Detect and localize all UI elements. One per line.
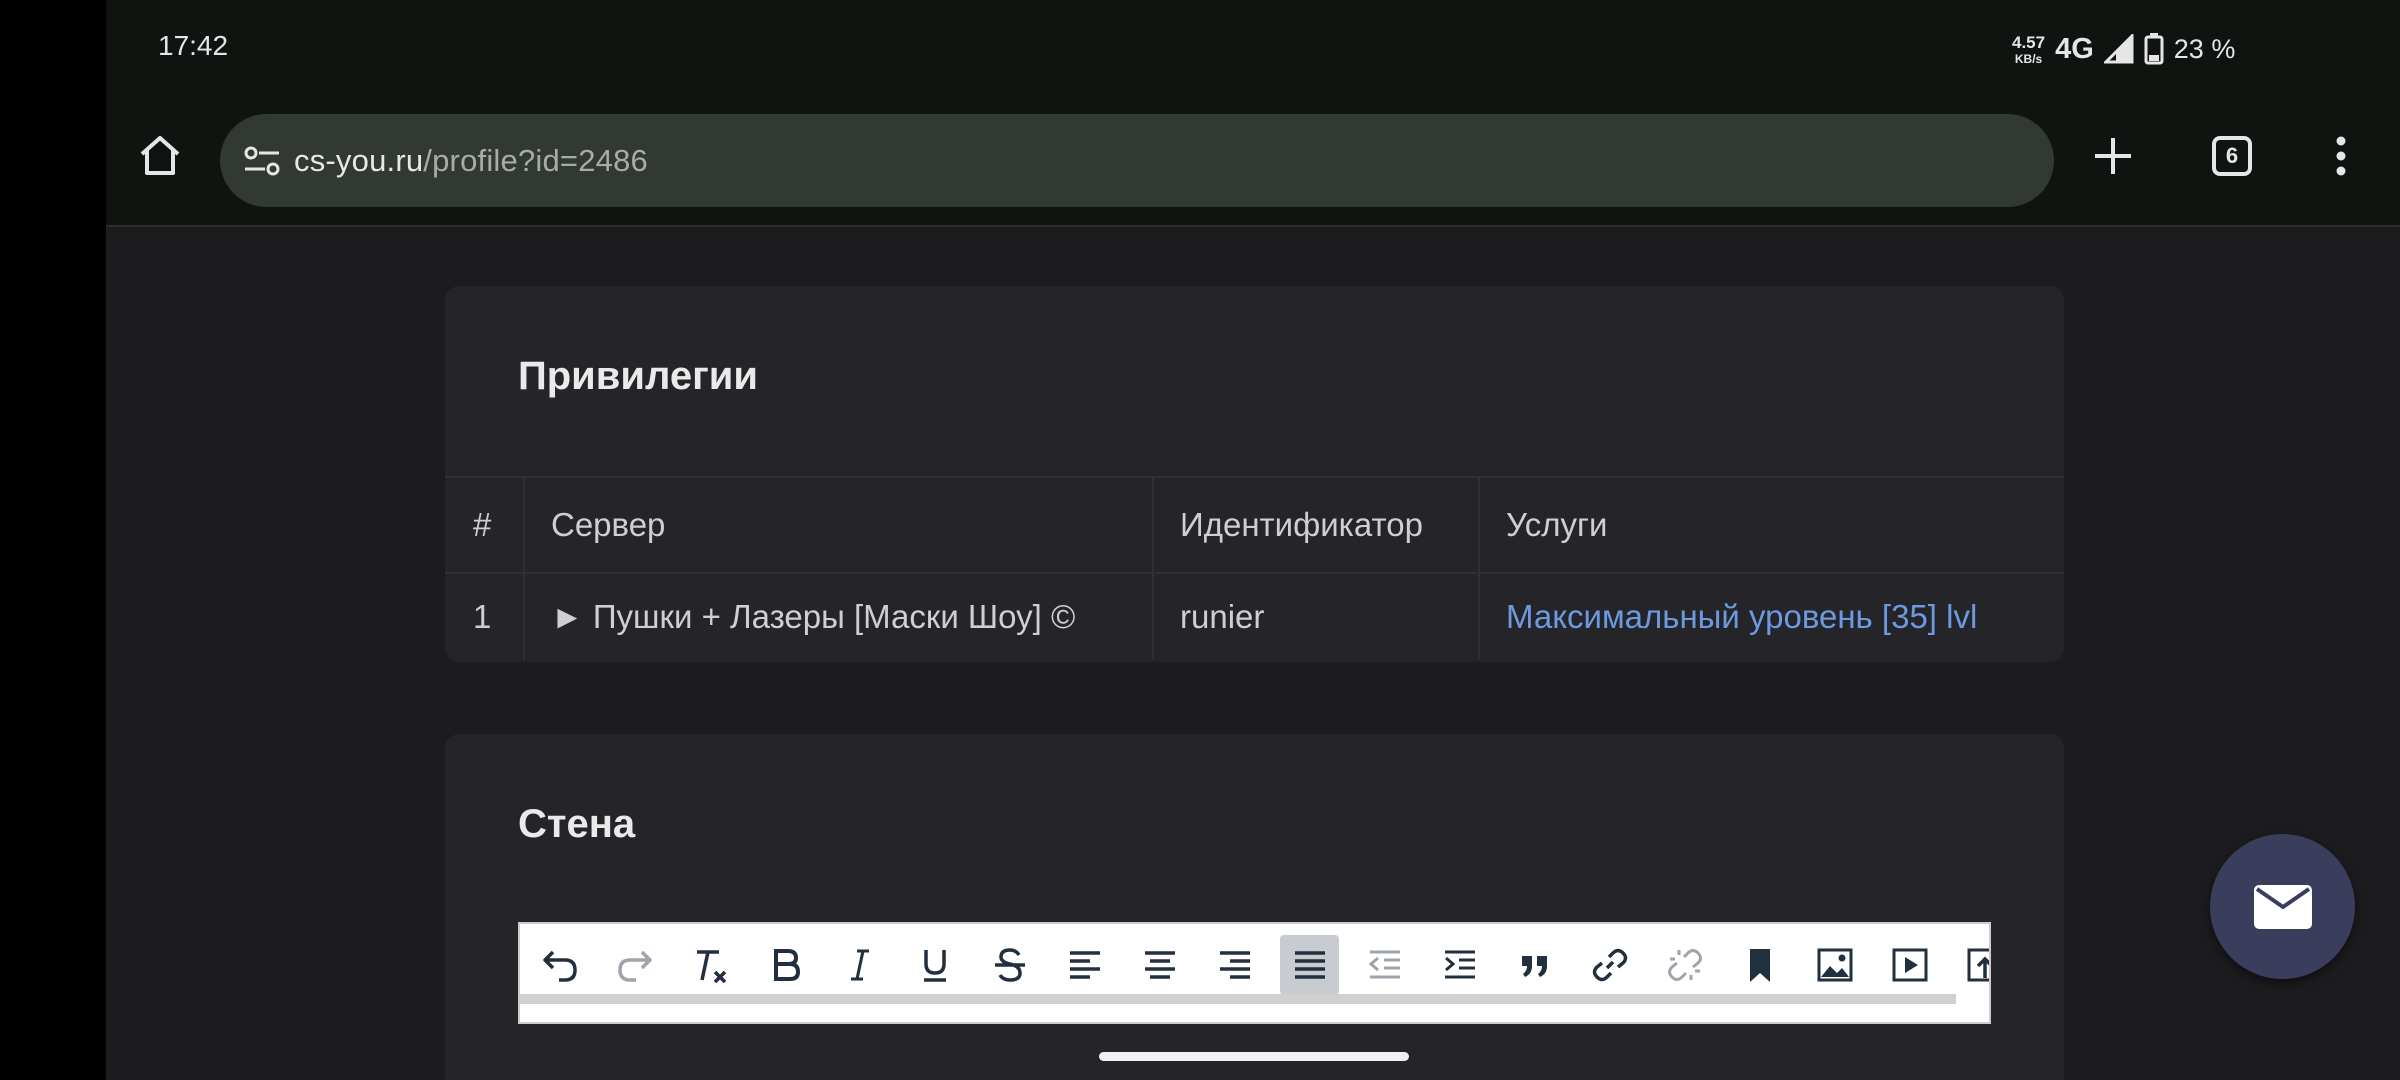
url-domain: cs-you.ru	[294, 142, 424, 178]
link-icon	[1592, 948, 1627, 982]
clear-formatting-icon	[696, 950, 726, 984]
bold-button[interactable]	[755, 935, 814, 995]
bookmark-icon	[1749, 949, 1770, 982]
blockquote-icon	[1521, 956, 1547, 977]
browser-toolbar: cs-you.ru/profile?id=2486 6	[106, 96, 2400, 227]
url-text[interactable]: cs-you.ru/profile?id=2486	[294, 143, 648, 179]
net-speed-value: 4.57	[2012, 32, 2046, 52]
column-header-identifier: Идентификатор	[1154, 478, 1480, 572]
row-services-cell: Максимальный уровень [35] lvl	[1480, 574, 2064, 660]
table-row: 1 ► Пушки + Лазеры [Маски Шоу] © runier …	[445, 572, 2064, 660]
table-header-row: # Сервер Идентификатор Услуги	[445, 476, 2064, 572]
rich-text-editor	[518, 922, 1991, 1024]
row-identifier: runier	[1154, 574, 1480, 660]
upload-button[interactable]	[1955, 935, 1989, 995]
editor-toolbar-scrollbar[interactable]	[520, 994, 1956, 1004]
underline-icon	[923, 950, 946, 982]
address-bar[interactable]: cs-you.ru/profile?id=2486	[220, 114, 2054, 207]
align-right-button[interactable]	[1205, 935, 1264, 995]
blockquote-button[interactable]	[1505, 935, 1564, 995]
privileges-title: Привилегии	[518, 354, 758, 398]
undo-icon	[542, 950, 577, 982]
row-server: ► Пушки + Лазеры [Маски Шоу] ©	[525, 574, 1154, 660]
media-button[interactable]	[1880, 935, 1939, 995]
service-link[interactable]: Максимальный уровень [35] lvl	[1506, 598, 1977, 636]
align-right-icon	[1219, 951, 1250, 979]
tabs-button[interactable]: 6	[2200, 124, 2264, 188]
column-header-server: Сервер	[525, 478, 1154, 572]
new-tab-button[interactable]	[2081, 124, 2145, 188]
outdent-button[interactable]	[1355, 935, 1414, 995]
column-header-services: Услуги	[1506, 506, 1608, 543]
net-speed: 4.57 KB/s	[2012, 34, 2045, 65]
more-vert-icon	[2336, 136, 2346, 176]
image-button[interactable]	[1805, 935, 1864, 995]
italic-icon	[850, 949, 869, 981]
url-path: /profile?id=2486	[423, 142, 648, 178]
align-left-icon	[1069, 951, 1100, 979]
strikethrough-button[interactable]	[980, 935, 1039, 995]
align-center-icon	[1144, 951, 1175, 979]
upload-icon	[1967, 948, 1989, 982]
underline-button[interactable]	[905, 935, 964, 995]
redo-icon	[617, 950, 652, 982]
indent-icon	[1444, 950, 1475, 979]
status-time: 17:42	[158, 30, 229, 61]
undo-button[interactable]	[530, 935, 589, 995]
home-icon	[140, 136, 180, 175]
link-button[interactable]	[1580, 935, 1639, 995]
home-button[interactable]	[134, 130, 186, 182]
privileges-card: Привилегии # Сервер Идентификатор Услуги…	[445, 286, 2064, 662]
tabs-icon: 6	[2212, 136, 2252, 176]
screen: 17:42 4.57 KB/s 4G 23 % cs-you.ru/profil…	[106, 0, 2400, 1080]
media-icon	[1892, 948, 1927, 982]
indent-button[interactable]	[1430, 935, 1489, 995]
new-tab-plus-icon	[2095, 138, 2131, 174]
status-indicators: 4.57 KB/s 4G 23 %	[2012, 26, 2235, 72]
bold-icon	[773, 949, 800, 981]
outdent-icon	[1368, 950, 1400, 979]
image-icon	[1817, 948, 1852, 982]
status-bar: 17:42 4.57 KB/s 4G 23 %	[106, 0, 2400, 96]
messages-button[interactable]	[2210, 834, 2355, 979]
wall-title: Стена	[518, 802, 636, 846]
left-black-strip	[0, 0, 106, 1080]
more-menu-button[interactable]	[2309, 124, 2373, 188]
column-header-number: #	[445, 478, 525, 572]
privileges-table: # Сервер Идентификатор Услуги 1 ► Пушки …	[445, 476, 2064, 660]
redo-button[interactable]	[605, 935, 664, 995]
battery-percent: 23 %	[2173, 33, 2236, 64]
site-settings-icon[interactable]	[242, 141, 282, 181]
justify-icon	[1294, 951, 1325, 979]
battery-icon	[2144, 33, 2164, 65]
align-center-button[interactable]	[1130, 935, 1189, 995]
justify-button[interactable]	[1280, 935, 1339, 995]
row-number: 1	[445, 574, 525, 660]
network-type: 4G	[2055, 32, 2094, 65]
italic-button[interactable]	[830, 935, 889, 995]
align-left-button[interactable]	[1055, 935, 1114, 995]
gesture-bar[interactable]	[1099, 1052, 1409, 1061]
net-speed-unit: KB/s	[2014, 51, 2043, 66]
strikethrough-icon	[994, 948, 1025, 982]
mail-icon	[2253, 884, 2312, 929]
wall-card: Стена	[445, 734, 2064, 1080]
clear-formatting-button[interactable]	[680, 935, 739, 995]
bookmark-button[interactable]	[1730, 935, 1789, 995]
unlink-icon	[1667, 949, 1702, 981]
unlink-button[interactable]	[1655, 935, 1714, 995]
signal-icon	[2103, 34, 2134, 64]
